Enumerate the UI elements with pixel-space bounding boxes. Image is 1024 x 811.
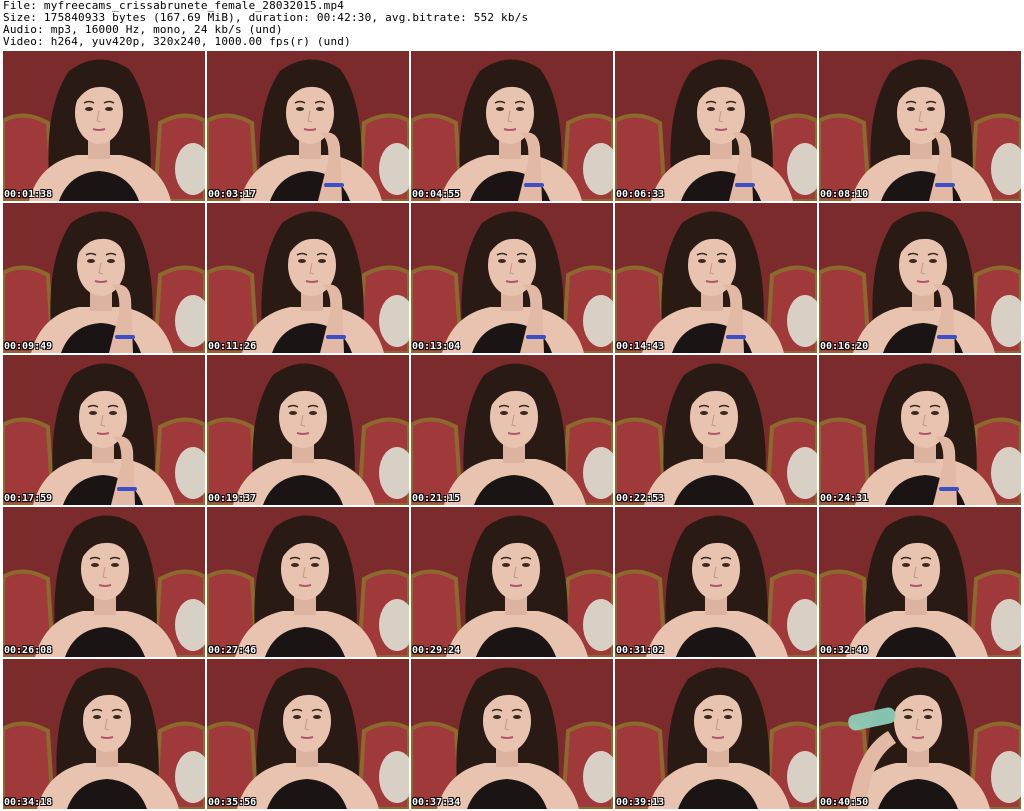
frame-image xyxy=(615,507,817,657)
video-thumbnail: 00:11:26 xyxy=(207,203,409,353)
frame-timestamp: 00:17:59 xyxy=(4,493,53,504)
video-thumbnail: 00:37:34 xyxy=(411,659,613,809)
video-line: Video: h264, yuv420p, 320x240, 1000.00 f… xyxy=(3,35,351,48)
frame-timestamp: 00:11:26 xyxy=(208,341,257,352)
frame-image xyxy=(615,659,817,809)
frame-timestamp: 00:04:55 xyxy=(412,189,461,200)
frame-timestamp: 00:21:15 xyxy=(412,493,461,504)
video-thumbnail: 00:32:40 xyxy=(819,507,1021,657)
frame-image xyxy=(3,51,205,201)
frame-image xyxy=(3,659,205,809)
frame-image xyxy=(411,51,613,201)
frame-timestamp: 00:27:46 xyxy=(208,645,257,656)
frame-timestamp: 00:13:04 xyxy=(412,341,461,352)
frame-image xyxy=(207,659,409,809)
frame-timestamp: 00:01:38 xyxy=(4,189,53,200)
frame-image xyxy=(819,507,1021,657)
video-thumbnail: 00:29:24 xyxy=(411,507,613,657)
frame-image xyxy=(3,507,205,657)
frame-timestamp: 00:40:50 xyxy=(820,797,869,808)
frame-image xyxy=(411,659,613,809)
frame-timestamp: 00:08:10 xyxy=(820,189,869,200)
frame-image xyxy=(615,51,817,201)
video-thumbnail: 00:17:59 xyxy=(3,355,205,505)
frame-timestamp: 00:09:49 xyxy=(4,341,53,352)
frame-timestamp: 00:06:33 xyxy=(616,189,665,200)
frame-image xyxy=(207,203,409,353)
frame-image xyxy=(615,355,817,505)
video-thumbnail: 00:08:10 xyxy=(819,51,1021,201)
video-thumbnail: 00:24:31 xyxy=(819,355,1021,505)
frame-timestamp: 00:22:53 xyxy=(616,493,665,504)
video-thumbnail: 00:13:04 xyxy=(411,203,613,353)
file-info-header: File: myfreecams_crissabrunete_female_28… xyxy=(3,0,1021,50)
frame-timestamp: 00:32:40 xyxy=(820,645,869,656)
frame-timestamp: 00:24:31 xyxy=(820,493,869,504)
frame-image xyxy=(3,355,205,505)
thumbnail-grid: 00:01:38 00:03:17 00:04:55 00:06:33 00:08:10… xyxy=(3,51,1023,809)
frame-timestamp: 00:29:24 xyxy=(412,645,461,656)
frame-image xyxy=(819,355,1021,505)
video-thumbnail: 00:34:18 xyxy=(3,659,205,809)
video-thumbnail: 00:14:43 xyxy=(615,203,817,353)
frame-image xyxy=(207,355,409,505)
frame-image xyxy=(411,355,613,505)
frame-image xyxy=(819,659,1021,809)
video-thumbnail: 00:22:53 xyxy=(615,355,817,505)
video-thumbnail: 00:21:15 xyxy=(411,355,613,505)
frame-image xyxy=(411,507,613,657)
frame-timestamp: 00:14:43 xyxy=(616,341,665,352)
video-thumbnail: 00:19:37 xyxy=(207,355,409,505)
frame-timestamp: 00:37:34 xyxy=(412,797,461,808)
frame-timestamp: 00:19:37 xyxy=(208,493,257,504)
frame-timestamp: 00:26:08 xyxy=(4,645,53,656)
frame-image xyxy=(615,203,817,353)
video-thumbnail: 00:03:17 xyxy=(207,51,409,201)
frame-timestamp: 00:39:13 xyxy=(616,797,665,808)
video-thumbnail: 00:31:02 xyxy=(615,507,817,657)
video-thumbnail: 00:06:33 xyxy=(615,51,817,201)
frame-timestamp: 00:03:17 xyxy=(208,189,257,200)
video-thumbnail: 00:16:20 xyxy=(819,203,1021,353)
frame-timestamp: 00:31:02 xyxy=(616,645,665,656)
frame-image xyxy=(819,203,1021,353)
video-thumbnail: 00:35:56 xyxy=(207,659,409,809)
frame-image xyxy=(3,203,205,353)
frame-image xyxy=(207,507,409,657)
video-thumbnail: 00:01:38 xyxy=(3,51,205,201)
frame-image xyxy=(819,51,1021,201)
frame-timestamp: 00:35:56 xyxy=(208,797,257,808)
frame-timestamp: 00:16:20 xyxy=(820,341,869,352)
video-thumbnail: 00:04:55 xyxy=(411,51,613,201)
video-thumbnail: 00:40:50 xyxy=(819,659,1021,809)
frame-image xyxy=(411,203,613,353)
frame-timestamp: 00:34:18 xyxy=(4,797,53,808)
video-thumbnail: 00:27:46 xyxy=(207,507,409,657)
video-thumbnail: 00:39:13 xyxy=(615,659,817,809)
frame-image xyxy=(207,51,409,201)
video-thumbnail: 00:26:08 xyxy=(3,507,205,657)
video-thumbnail: 00:09:49 xyxy=(3,203,205,353)
